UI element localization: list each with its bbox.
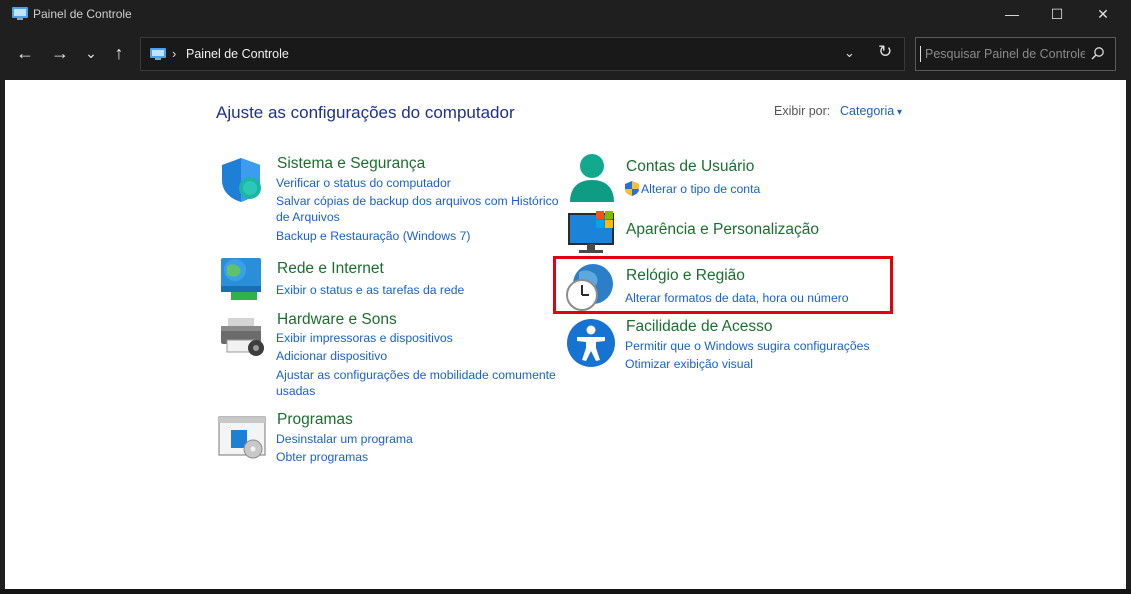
category-user-accounts[interactable]: Contas de Usuário — [626, 158, 754, 176]
shield-icon[interactable] — [219, 156, 265, 204]
link-file-history-cont[interactable]: de Arquivos — [276, 209, 340, 226]
uac-shield-icon — [625, 181, 639, 196]
category-network-internet[interactable]: Rede e Internet — [277, 260, 384, 278]
search-icon[interactable] — [1091, 46, 1105, 60]
link-mobility-settings[interactable]: Ajustar as configurações de mobilidade c… — [276, 367, 556, 384]
link-devices-printers[interactable]: Exibir impressoras e dispositivos — [276, 330, 453, 347]
window-border — [0, 589, 1131, 594]
control-panel-icon — [150, 48, 166, 60]
network-globe-icon[interactable] — [217, 256, 265, 302]
link-file-history[interactable]: Salvar cópias de backup dos arquivos com… — [276, 193, 558, 210]
category-system-security[interactable]: Sistema e Segurança — [277, 155, 425, 173]
view-by-label: Exibir por: — [774, 104, 831, 118]
back-button[interactable]: ← — [12, 40, 38, 66]
appearance-icon[interactable] — [567, 210, 617, 254]
close-button[interactable]: ✕ — [1080, 0, 1126, 28]
link-network-status[interactable]: Exibir o status e as tarefas da rede — [276, 282, 464, 299]
link-optimize-visual-display[interactable]: Otimizar exibição visual — [625, 356, 753, 373]
window-title: Painel de Controle — [33, 7, 132, 21]
forward-button[interactable]: → — [47, 40, 73, 66]
maximize-button[interactable]: ☐ — [1034, 0, 1080, 28]
user-accounts-icon[interactable] — [567, 152, 617, 204]
title-bar: Painel de Controle — ☐ ✕ — [0, 0, 1131, 28]
link-backup-restore[interactable]: Backup e Restauração (Windows 7) — [276, 228, 470, 245]
link-add-device[interactable]: Adicionar dispositivo — [276, 348, 387, 365]
main-content: Ajuste as configurações do computador Ex… — [5, 80, 1126, 589]
page-title: Ajuste as configurações do computador — [216, 103, 515, 122]
printer-icon[interactable] — [218, 316, 266, 358]
link-check-status[interactable]: Verificar o status do computador — [276, 175, 451, 192]
up-button[interactable]: ↑ — [106, 40, 132, 66]
category-appearance[interactable]: Aparência e Personalização — [626, 221, 819, 239]
link-windows-suggest-settings[interactable]: Permitir que o Windows sugira configuraç… — [625, 338, 870, 355]
accessibility-icon[interactable] — [566, 318, 616, 368]
category-programs[interactable]: Programas — [277, 411, 353, 429]
link-uninstall-program[interactable]: Desinstalar um programa — [276, 431, 413, 448]
recent-locations-button[interactable]: ⌄ — [78, 40, 104, 66]
category-hardware-sound[interactable]: Hardware e Sons — [277, 311, 397, 329]
link-mobility-settings-cont[interactable]: usadas — [276, 383, 315, 400]
breadcrumb-control-panel[interactable]: Painel de Controle — [186, 47, 289, 61]
programs-icon[interactable] — [217, 414, 267, 460]
category-ease-of-access[interactable]: Facilidade de Acesso — [626, 318, 772, 336]
search-box[interactable] — [915, 37, 1116, 71]
navigation-bar: ← → ⌄ ↑ › Painel de Controle ⌄ ↻ — [0, 28, 1131, 80]
search-input[interactable] — [920, 46, 1087, 62]
breadcrumb-separator[interactable]: › — [172, 46, 176, 61]
address-dropdown-button[interactable]: ⌄ — [844, 45, 855, 61]
view-by-dropdown[interactable]: Categoria — [840, 104, 902, 118]
refresh-button[interactable]: ↻ — [878, 42, 892, 62]
control-panel-icon — [12, 7, 28, 20]
minimize-button[interactable]: — — [989, 0, 1035, 28]
link-change-account-type[interactable]: Alterar o tipo de conta — [641, 181, 760, 198]
address-bar[interactable]: › Painel de Controle ⌄ ↻ — [140, 37, 905, 71]
highlight-box — [553, 256, 893, 314]
link-get-programs[interactable]: Obter programas — [276, 449, 368, 466]
